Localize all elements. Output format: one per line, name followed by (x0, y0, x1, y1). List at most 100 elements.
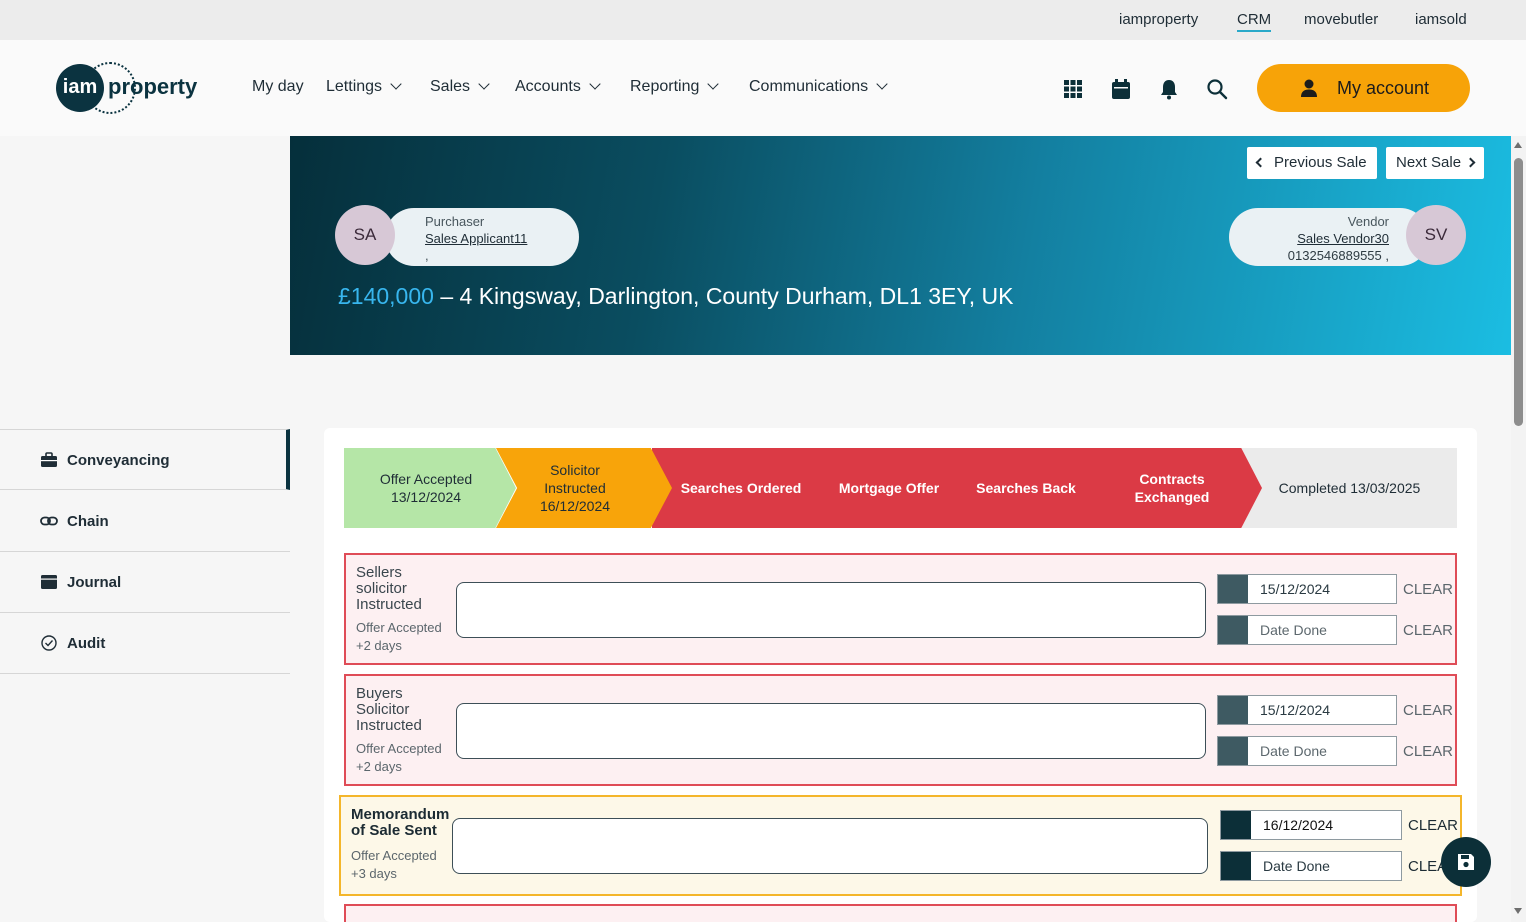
search-icon[interactable] (1206, 78, 1228, 100)
date-done-placeholder: Date Done (1263, 858, 1330, 874)
nav-lettings[interactable]: Lettings (326, 78, 402, 96)
due-date-field[interactable]: 15/12/2024 (1217, 695, 1397, 725)
calendar-picker-icon[interactable] (1218, 616, 1248, 644)
chevron-down-icon (478, 78, 490, 90)
task-notes-input[interactable] (452, 818, 1208, 874)
step-searches-ordered: Searches Ordered (664, 448, 818, 528)
my-account-label: My account (1337, 78, 1430, 98)
link-crm[interactable]: CRM (1237, 11, 1272, 32)
link-movebutler[interactable]: movebutler (1304, 11, 1378, 28)
scroll-up-arrow[interactable] (1514, 142, 1522, 148)
scroll-thumb[interactable] (1514, 158, 1523, 426)
task-row: Buyers Solicitor Instructed Offer Accept… (344, 674, 1457, 786)
clear-date-done-button[interactable]: CLEAR (1403, 622, 1453, 639)
logo-mark[interactable]: iam (56, 64, 104, 112)
chevron-left-icon (1255, 157, 1266, 168)
progress-steps: Completed 13/03/2025 Searches Ordered Mo… (344, 448, 1457, 528)
vendor-avatar: SV (1406, 205, 1466, 265)
nav-label: Accounts (515, 78, 581, 95)
sidebar-item-journal[interactable]: Journal (0, 552, 290, 613)
task-notes-input[interactable] (456, 582, 1206, 638)
task-notes-input[interactable] (456, 703, 1206, 759)
step-label: Solicitor (550, 462, 600, 478)
link-iamsold[interactable]: iamsold (1415, 11, 1467, 28)
task-title: Sellers solicitor Instructed (356, 565, 422, 613)
vendor-phone: 0132546889555 , (1287, 248, 1389, 263)
purchaser-extra: , (425, 248, 429, 263)
sale-banner: Previous Sale Next Sale Purchaser Sales … (290, 136, 1511, 355)
calendar-picker-icon[interactable] (1218, 696, 1248, 724)
check-circle-icon (41, 635, 57, 651)
nav-my-day[interactable]: My day (252, 78, 304, 96)
link-iamproperty[interactable]: iamproperty (1119, 11, 1198, 28)
clear-due-date-button[interactable]: CLEAR (1408, 817, 1458, 834)
sidebar-item-label: Chain (67, 513, 109, 530)
task-title: Memorandum of Sale Sent (351, 807, 449, 839)
date-done-field[interactable]: Date Done (1220, 851, 1402, 881)
sidebar-item-label: Conveyancing (67, 452, 170, 469)
next-sale-button[interactable]: Next Sale (1386, 147, 1485, 179)
date-done-placeholder: Date Done (1260, 743, 1327, 759)
apps-grid-icon[interactable] (1062, 78, 1084, 100)
date-done-field[interactable]: Date Done (1217, 615, 1397, 645)
bell-icon[interactable] (1158, 78, 1180, 100)
step-label: Searches Ordered (680, 480, 802, 496)
property-address: – 4 Kingsway, Darlington, County Durham,… (433, 283, 1014, 309)
date-done-field[interactable]: Date Done (1217, 736, 1397, 766)
sidebar-item-audit[interactable]: Audit (0, 613, 290, 674)
page-scrollbar[interactable] (1511, 136, 1526, 922)
nav-sales[interactable]: Sales (430, 78, 490, 96)
journal-icon (41, 575, 57, 589)
task-trigger: Offer Accepted (356, 620, 442, 635)
sale-price: £140,000 (338, 283, 434, 309)
due-date-value: 15/12/2024 (1260, 581, 1331, 597)
vendor-name-link[interactable]: Sales Vendor30 (1297, 231, 1389, 246)
task-title-line: Instructed (356, 717, 422, 734)
scroll-down-arrow[interactable] (1514, 908, 1522, 914)
due-date-field[interactable]: 16/12/2024 (1220, 810, 1402, 840)
task-offset: +2 days (356, 638, 402, 653)
sidebar-item-chain[interactable]: Chain (0, 491, 290, 552)
save-button[interactable] (1441, 837, 1491, 887)
previous-sale-button[interactable]: Previous Sale (1247, 147, 1377, 179)
link-icon (40, 516, 58, 526)
calendar-picker-icon[interactable] (1221, 852, 1251, 880)
step-label: Offer Accepted (379, 471, 473, 487)
clear-due-date-button[interactable]: CLEAR (1403, 702, 1453, 719)
nav-communications[interactable]: Communications (749, 78, 888, 96)
task-title: Buyers Solicitor Instructed (356, 686, 422, 734)
step-label: Exchanged (1134, 489, 1210, 505)
chevron-right-icon (1465, 157, 1476, 168)
vendor-role: Vendor (1347, 214, 1389, 229)
calendar-picker-icon[interactable] (1221, 811, 1251, 839)
nav-accounts[interactable]: Accounts (515, 78, 601, 96)
clear-due-date-button[interactable]: CLEAR (1403, 581, 1453, 598)
purchaser-name-link[interactable]: Sales Applicant11 (425, 231, 527, 246)
task-title-line: Instructed (356, 596, 422, 613)
save-icon (1458, 854, 1474, 870)
purchaser-role: Purchaser (425, 214, 485, 229)
step-mortgage-offer: Mortgage Offer (818, 448, 960, 528)
chevron-down-icon (876, 78, 888, 90)
chevron-down-icon (390, 78, 402, 90)
due-date-field[interactable]: 15/12/2024 (1217, 574, 1397, 604)
step-label: Contracts (1139, 471, 1205, 487)
next-sale-label: Next Sale (1396, 154, 1462, 171)
sidebar-item-conveyancing[interactable]: Conveyancing (0, 429, 290, 490)
calendar-picker-icon[interactable] (1218, 575, 1248, 603)
step-label: Instructed (544, 480, 606, 496)
calendar-picker-icon[interactable] (1218, 737, 1248, 765)
nav-reporting[interactable]: Reporting (630, 78, 720, 96)
calendar-icon[interactable] (1110, 78, 1132, 100)
my-account-button[interactable]: My account (1257, 64, 1470, 112)
previous-sale-label: Previous Sale (1274, 154, 1367, 171)
clear-date-done-button[interactable]: CLEAR (1403, 743, 1453, 760)
task-trigger: Offer Accepted (351, 848, 437, 863)
logo-text[interactable]: property (108, 74, 197, 100)
step-offer-accepted: Offer Accepted 13/12/2024 (344, 448, 516, 528)
purchaser-avatar: SA (335, 205, 395, 265)
task-row-partial (344, 904, 1457, 922)
nav-label: Communications (749, 78, 869, 95)
main-header: iam property My day Lettings Sales Accou… (0, 40, 1526, 136)
step-date: 16/12/2024 (539, 498, 611, 514)
